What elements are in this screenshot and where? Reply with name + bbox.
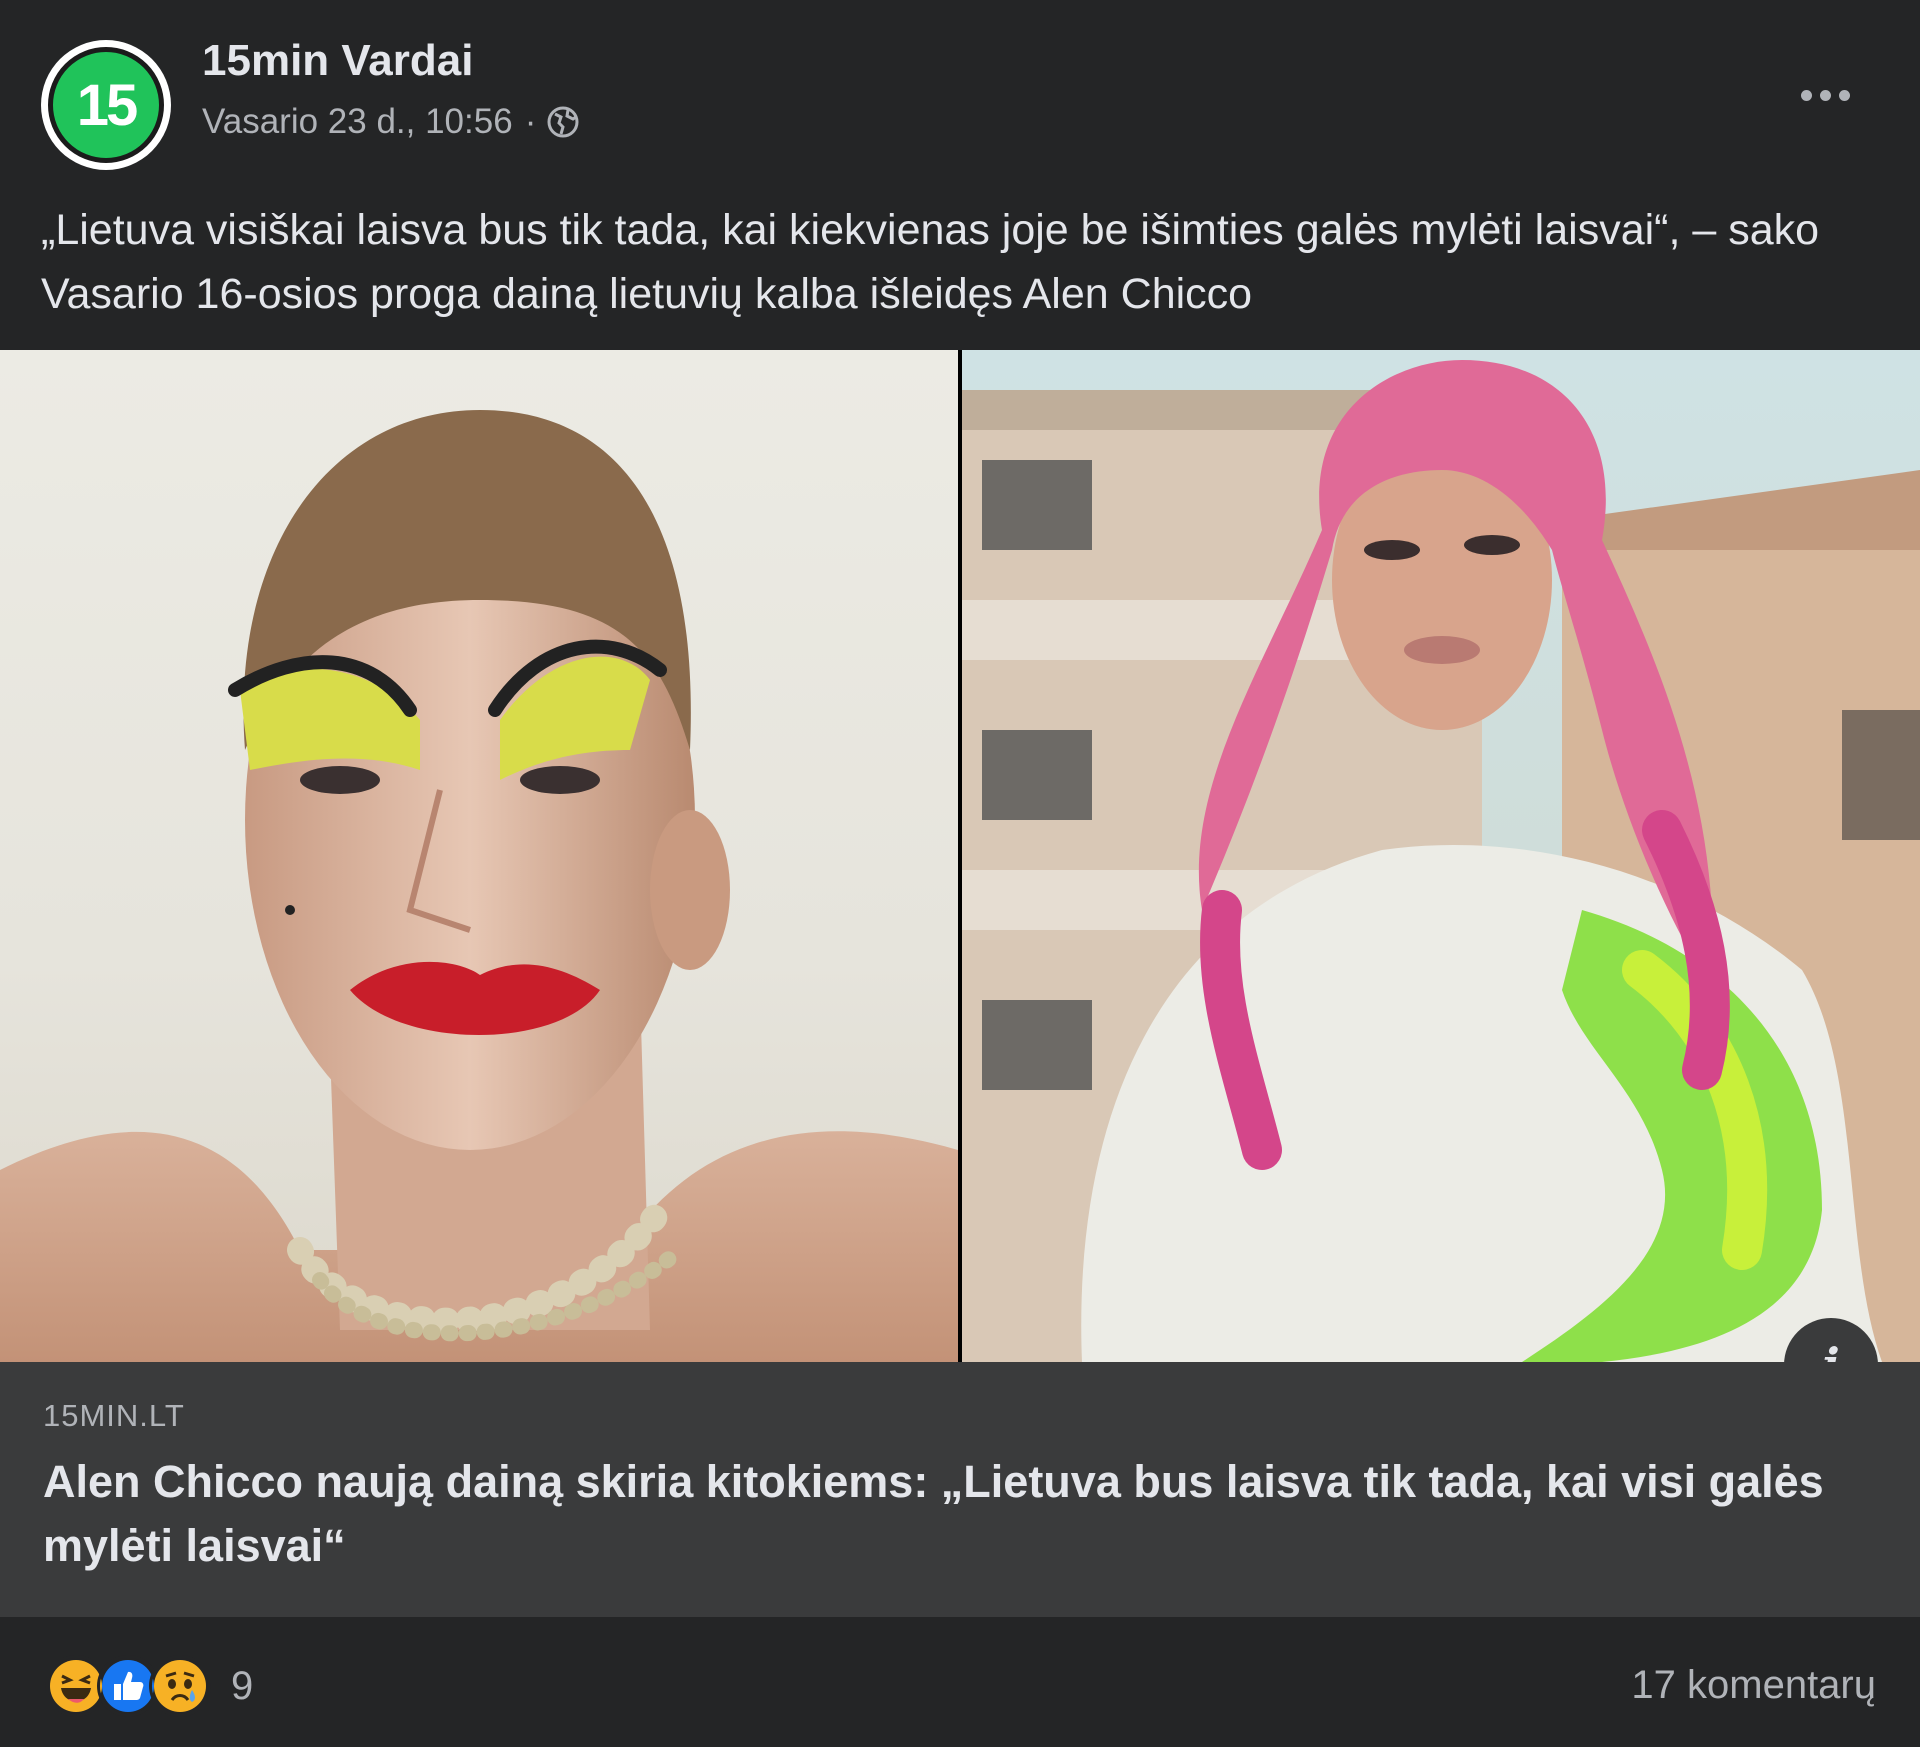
link-title[interactable]: Alen Chicco naują dainą skiria kitokiems… <box>43 1450 1863 1578</box>
post-caption: „Lietuva visiškai laisva bus tik tada, k… <box>41 206 1820 318</box>
post-footer: 9 17 komentarų <box>0 1617 1920 1747</box>
comments-count-link[interactable]: 17 komentarų <box>1631 1663 1876 1708</box>
page-name-link[interactable]: 15min Vardai <box>202 36 473 86</box>
photo-right <box>962 350 1920 1362</box>
avatar-logo: 15 <box>48 47 164 163</box>
link-domain: 15MIN.LT <box>43 1398 185 1433</box>
link-preview-card[interactable]: 15MIN.LT Alen Chicco naują dainą skiria … <box>0 1362 1920 1617</box>
reaction-count: 9 <box>231 1663 254 1708</box>
page-avatar[interactable]: 15 <box>41 40 171 170</box>
more-dot <box>1838 89 1850 101</box>
post-meta: Vasario 23 d., 10:56 · <box>202 102 580 142</box>
post-timestamp-link[interactable]: Vasario 23 d., 10:56 <box>202 102 513 142</box>
photo-left <box>0 350 958 1362</box>
link-preview-image[interactable] <box>0 350 1920 1362</box>
post-header: 15 15min Vardai Vasario 23 d., 10:56 · <box>0 0 1920 185</box>
more-dot <box>1800 89 1812 101</box>
portrait-illustration-left <box>0 410 958 1362</box>
more-dot <box>1819 89 1831 101</box>
meta-separator: · <box>524 102 537 141</box>
facebook-post: 15 15min Vardai Vasario 23 d., 10:56 · „… <box>0 0 1920 1747</box>
reactions-summary[interactable]: 9 <box>45 1655 253 1717</box>
globe-icon <box>546 105 580 139</box>
sad-icon <box>149 1655 211 1717</box>
portrait-illustration-right <box>962 360 1920 1362</box>
more-options-icon[interactable] <box>1790 70 1860 120</box>
